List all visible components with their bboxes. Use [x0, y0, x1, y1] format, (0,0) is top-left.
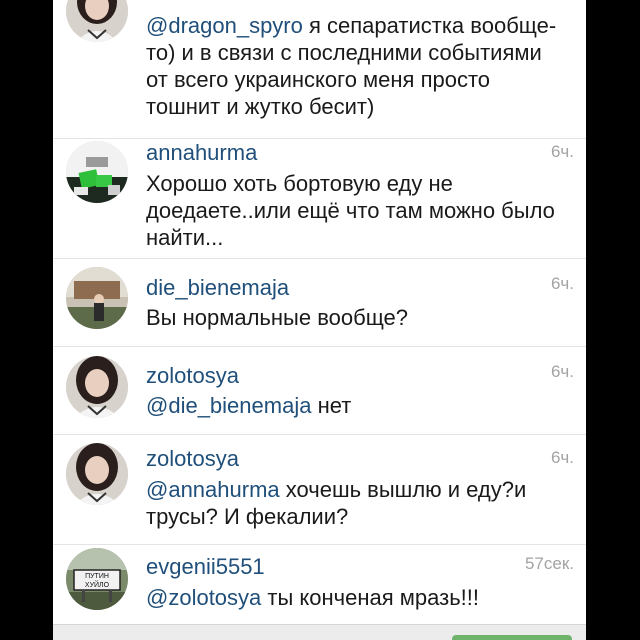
comment-item: @dragon_spyro я сепаратистка вообще-то) …: [53, 0, 586, 139]
comment-text: Хорошо хоть бортовую еду не доедаете..ил…: [146, 171, 555, 250]
comment-timestamp: 6ч.: [550, 274, 574, 293]
comments-screen: @dragon_spyro я сепаратистка вообще-то) …: [53, 0, 586, 640]
user-avatar[interactable]: [66, 443, 128, 505]
user-avatar[interactable]: [66, 0, 128, 42]
comment-item: die_bienemaja 6ч. Вы нормальные вообще?: [53, 258, 586, 347]
mention-link[interactable]: @die_bienemaja: [146, 393, 311, 418]
username-link[interactable]: zolotosya: [146, 446, 239, 472]
comment-item: annahurma 6ч. Хорошо хоть бортовую еду н…: [53, 138, 586, 259]
comment-item: zolotosya 6ч. @annahurma хочешь вышлю и …: [53, 434, 586, 545]
username-link[interactable]: die_bienemaja: [146, 275, 289, 301]
user-avatar[interactable]: ПУТИН ХУЙЛО: [66, 548, 128, 610]
comment-timestamp: 6ч.: [550, 362, 574, 381]
user-avatar[interactable]: [66, 356, 128, 418]
comment-input-bar: [53, 624, 586, 640]
user-avatar[interactable]: [66, 141, 128, 203]
username-link[interactable]: annahurma: [146, 140, 257, 166]
user-avatar[interactable]: [66, 267, 128, 329]
comment-timestamp: 6ч.: [550, 448, 574, 467]
mention-link[interactable]: @dragon_spyro: [146, 13, 303, 38]
send-button[interactable]: [452, 635, 572, 640]
svg-text:ХУЙЛО: ХУЙЛО: [85, 580, 110, 589]
mention-link[interactable]: @annahurma: [146, 477, 280, 502]
comment-item: ПУТИН ХУЙЛО evgenii5551 57сек. @zolotosy…: [53, 544, 586, 624]
username-link[interactable]: evgenii5551: [146, 554, 265, 580]
comment-text: Вы нормальные вообще?: [146, 305, 409, 330]
comment-timestamp: 57сек.: [524, 554, 574, 573]
comment-text: @die_bienemaja нет: [146, 393, 352, 418]
comment-text: @zolotosya ты конченая мразь!!!: [146, 585, 479, 610]
comment-text: @annahurma хочешь вышлю и еду?и трусы? И…: [146, 477, 527, 529]
username-link[interactable]: zolotosya: [146, 363, 239, 389]
mention-link[interactable]: @zolotosya: [146, 585, 261, 610]
comment-item: zolotosya 6ч. @die_bienemaja нет: [53, 346, 586, 435]
comment-text: @dragon_spyro я сепаратистка вообще-то) …: [146, 13, 557, 119]
comment-timestamp: 6ч.: [550, 142, 574, 161]
sign-text: ПУТИН: [85, 573, 109, 580]
